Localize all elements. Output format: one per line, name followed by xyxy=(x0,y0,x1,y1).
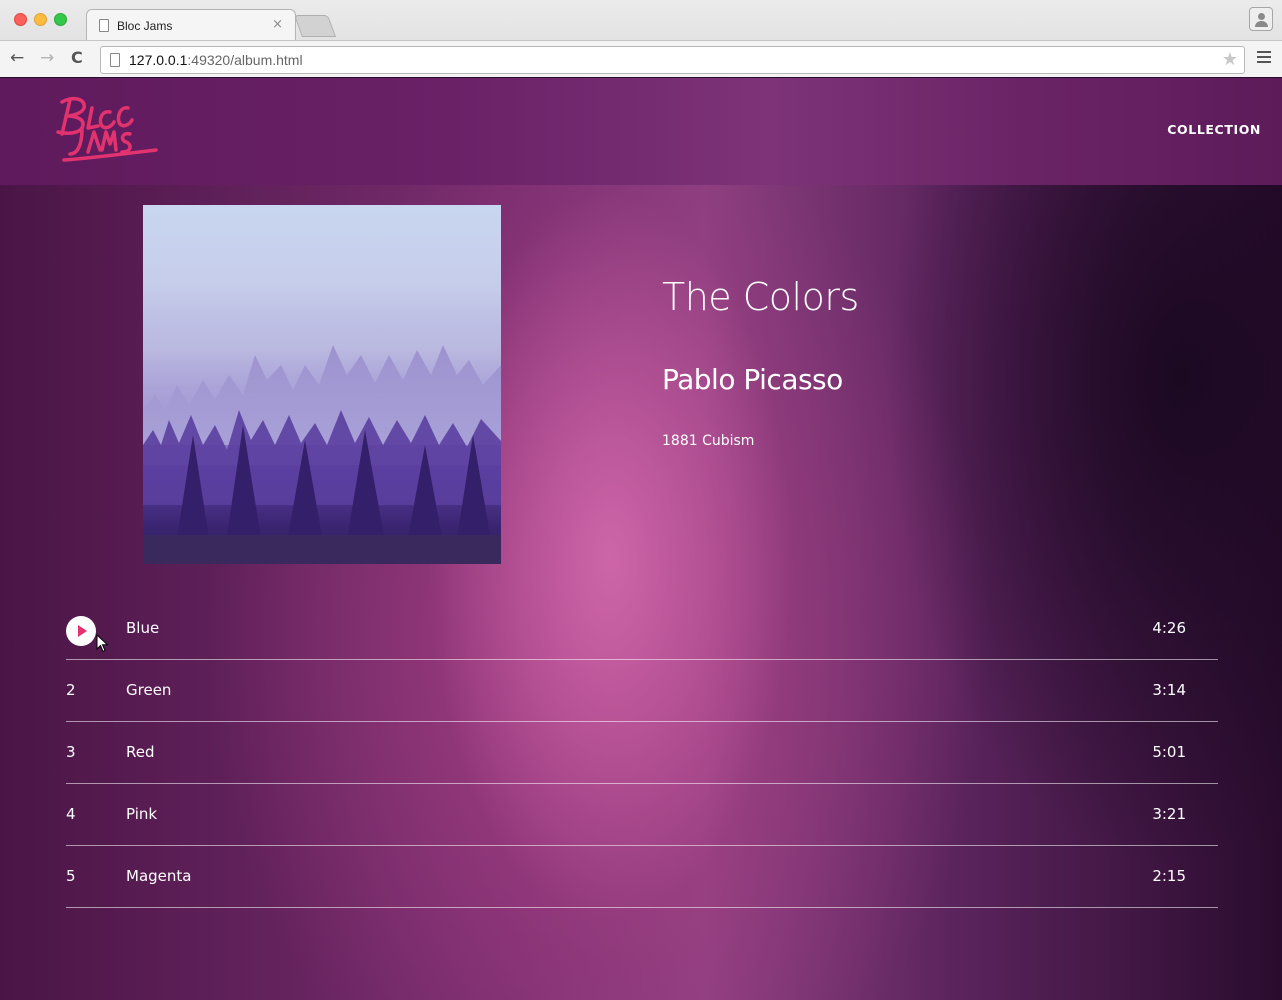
site-navbar: COLLECTION xyxy=(0,78,1282,185)
address-bar[interactable]: 127.0.0.1:49320/album.html ★ xyxy=(100,46,1245,74)
song-duration: 2:15 xyxy=(1152,867,1186,885)
bookmark-star-icon[interactable]: ★ xyxy=(1222,49,1238,70)
song-title: Blue xyxy=(126,619,160,637)
album-artist: Pablo Picasso xyxy=(662,363,843,396)
play-icon xyxy=(78,625,87,637)
url-text: 127.0.0.1:49320/album.html xyxy=(129,52,303,68)
new-tab-button[interactable] xyxy=(293,15,337,37)
browser-tab-active[interactable]: Bloc Jams × xyxy=(86,9,296,40)
collection-link[interactable]: COLLECTION xyxy=(1167,122,1261,137)
song-list: Blue 4:26 2 Green 3:14 3 Red 5:01 4 Pink… xyxy=(66,598,1218,908)
song-duration: 3:21 xyxy=(1152,805,1186,823)
back-arrow-icon[interactable]: ← xyxy=(10,47,24,69)
song-row[interactable]: 3 Red 5:01 xyxy=(66,722,1218,784)
song-row[interactable]: 5 Magenta 2:15 xyxy=(66,846,1218,908)
song-title: Red xyxy=(126,743,155,761)
song-number: 3 xyxy=(66,743,76,761)
song-duration: 3:14 xyxy=(1152,681,1186,699)
album-release-info: 1881 Cubism xyxy=(662,433,755,449)
song-row[interactable]: 2 Green 3:14 xyxy=(66,660,1218,722)
profile-button[interactable] xyxy=(1249,7,1273,31)
album-cover-art xyxy=(143,205,501,564)
hamburger-menu-icon[interactable] xyxy=(1257,51,1271,66)
tab-strip: Bloc Jams × xyxy=(0,0,1282,40)
album-page: COLLECTION The Colors Pablo Picasso 1881… xyxy=(0,78,1282,1000)
song-number: 4 xyxy=(66,805,76,823)
song-row[interactable]: Blue 4:26 xyxy=(66,598,1218,660)
mouse-cursor-icon xyxy=(96,634,109,653)
song-number: 2 xyxy=(66,681,76,699)
reload-icon[interactable]: C xyxy=(71,47,83,69)
forward-arrow-icon[interactable]: → xyxy=(40,47,54,69)
song-duration: 4:26 xyxy=(1152,619,1186,637)
bloc-jams-logo[interactable] xyxy=(52,88,162,168)
browser-toolbar: ← → C 127.0.0.1:49320/album.html ★ xyxy=(0,40,1282,77)
browser-chrome: Bloc Jams × ← → C 127.0.0.1:49320/album.… xyxy=(0,0,1282,77)
song-title: Pink xyxy=(126,805,158,823)
minimize-window-button[interactable] xyxy=(34,13,47,26)
close-tab-icon[interactable]: × xyxy=(272,17,283,32)
song-duration: 5:01 xyxy=(1152,743,1186,761)
song-title: Green xyxy=(126,681,172,699)
album-title: The Colors xyxy=(662,275,859,319)
page-icon xyxy=(110,53,120,67)
page-icon xyxy=(99,19,109,32)
maximize-window-button[interactable] xyxy=(54,13,67,26)
song-number: 5 xyxy=(66,867,76,885)
tab-title: Bloc Jams xyxy=(117,19,173,33)
play-button[interactable] xyxy=(66,616,96,646)
user-icon xyxy=(1258,13,1265,20)
close-window-button[interactable] xyxy=(14,13,27,26)
song-title: Magenta xyxy=(126,867,192,885)
song-row[interactable]: 4 Pink 3:21 xyxy=(66,784,1218,846)
